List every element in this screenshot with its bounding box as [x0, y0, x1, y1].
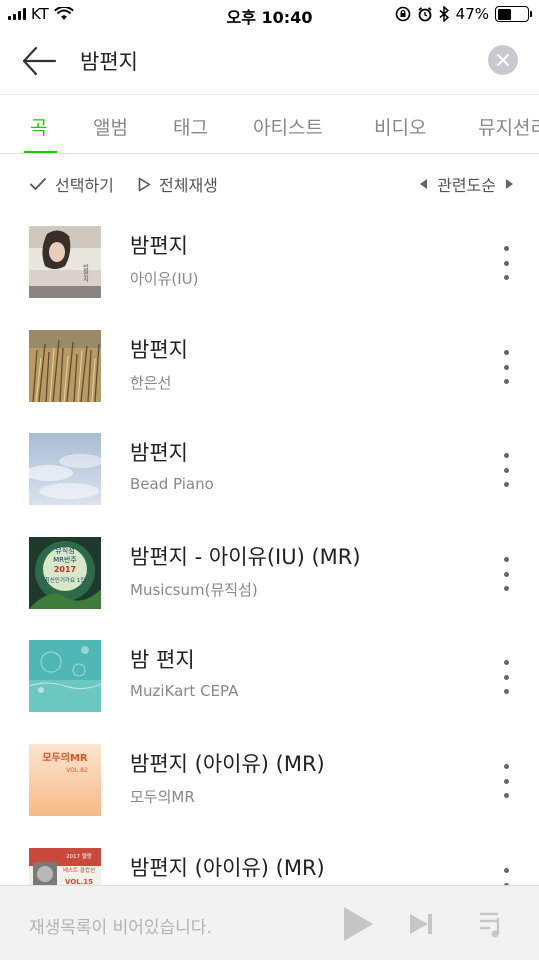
song-row[interactable]: 밤편지 한은선 [0, 330, 539, 434]
album-art-sky [29, 433, 101, 505]
close-icon [497, 54, 509, 66]
album-cover[interactable] [29, 330, 101, 402]
battery-icon [495, 6, 532, 22]
skip-next-icon [410, 914, 432, 934]
album-art-text: 2017 멜랑 [66, 853, 92, 860]
alarm-icon [418, 7, 432, 22]
sort-prev-icon [420, 179, 428, 189]
more-options-button[interactable] [500, 557, 512, 591]
album-cover[interactable] [29, 640, 101, 712]
playlist-button[interactable] [478, 906, 514, 942]
song-row[interactable]: 밤 편지 MuziKart CEPA [0, 640, 539, 744]
tab-songs[interactable]: 곡 [30, 113, 47, 140]
search-input[interactable]: 밤편지 [80, 46, 138, 76]
album-art-text: 밤편지 [82, 263, 89, 283]
tab-tags[interactable]: 태그 [173, 113, 208, 140]
select-button[interactable]: 선택하기 [29, 172, 114, 196]
album-art-text: 최신인기가요 1집 [45, 576, 86, 584]
tab-artists[interactable]: 아티스트 [253, 113, 323, 140]
album-cover[interactable]: 뮤직섬 MR반주 2017 최신인기가요 1집 [29, 537, 101, 609]
album-cover[interactable] [29, 433, 101, 505]
sort-selector[interactable]: 관련도순 [420, 172, 513, 196]
playlist-icon [480, 912, 500, 938]
album-cover[interactable]: 밤편지 [29, 226, 101, 298]
bluetooth-icon [439, 6, 449, 22]
album-art-musicsum: 뮤직섬 MR반주 2017 최신인기가요 1집 [29, 537, 101, 609]
album-art-text: 모두의MR [42, 751, 88, 764]
active-tab-indicator [24, 151, 57, 153]
album-cover[interactable]: 모두의MR VOL.82 [29, 744, 101, 816]
album-art-text: MR반주 [53, 555, 77, 564]
search-header: 밤편지 [0, 30, 539, 94]
more-options-button[interactable] [500, 660, 512, 694]
battery-percent: 47% [455, 5, 489, 23]
list-action-bar: 선택하기 전체재생 관련도순 [0, 155, 539, 209]
play-all-button[interactable]: 전체재생 [138, 172, 218, 196]
tab-albums[interactable]: 앨범 [93, 113, 128, 140]
album-art-text: 뮤직섬 [55, 546, 74, 555]
battery-fill [497, 8, 512, 20]
playlist-status: 재생목록이 비어있습니다. [29, 918, 212, 938]
status-right: 47% [395, 5, 532, 23]
song-row[interactable]: 뮤직섬 MR반주 2017 최신인기가요 1집 밤편지 - 아이유(IU) (M… [0, 537, 539, 641]
more-options-button[interactable] [500, 246, 512, 280]
album-art-iu: 밤편지 [29, 226, 101, 298]
album-art-text: 2017 [54, 565, 76, 574]
play-outline-icon [138, 177, 151, 191]
song-artist[interactable]: Bead Piano [130, 475, 214, 493]
album-art-water [29, 640, 101, 712]
song-artist[interactable]: MuziKart CEPA [130, 682, 238, 700]
play-button[interactable] [340, 906, 376, 942]
check-icon [29, 177, 47, 191]
more-options-button[interactable] [500, 350, 512, 384]
song-artist[interactable]: 아이유(IU) [130, 268, 199, 289]
sort-label: 관련도순 [437, 176, 496, 195]
song-row[interactable]: 밤편지 Bead Piano [0, 433, 539, 537]
play-all-label: 전체재생 [159, 176, 218, 195]
rotation-lock-icon [395, 6, 410, 22]
song-title: 밤편지 [130, 234, 188, 258]
song-row[interactable]: 모두의MR VOL.82 밤편지 (아이유) (MR) 모두의MR [0, 744, 539, 848]
song-artist[interactable]: Musicsum(뮤직섬) [130, 579, 258, 600]
tab-musician-league[interactable]: 뮤지션리 [478, 113, 539, 140]
next-button[interactable] [408, 906, 444, 942]
clear-search-button[interactable] [488, 45, 518, 75]
play-icon [344, 907, 373, 941]
album-art-text: 베스트 클럽션 [63, 866, 95, 874]
back-button[interactable] [20, 44, 58, 78]
sort-next-icon [506, 179, 513, 189]
status-bar: KT 오후 10:40 47% [0, 0, 539, 30]
song-artist[interactable]: 모두의MR [130, 786, 195, 807]
song-title: 밤편지 [130, 338, 188, 362]
more-options-button[interactable] [500, 764, 512, 798]
tab-videos[interactable]: 비디오 [374, 113, 426, 140]
song-title: 밤편지 - 아이유(IU) (MR) [130, 545, 361, 569]
mini-player: 재생목록이 비어있습니다. [0, 885, 539, 960]
song-title: 밤 편지 [130, 648, 195, 672]
album-art-modu-mr: 모두의MR VOL.82 [29, 744, 101, 816]
song-title: 밤편지 [130, 441, 188, 465]
category-tabs: 곡 앨범 태그 아티스트 비디오 뮤지션리 [0, 94, 539, 154]
select-label: 선택하기 [55, 176, 114, 195]
song-artist[interactable]: 한은선 [130, 372, 171, 393]
more-options-button[interactable] [500, 453, 512, 487]
back-arrow-icon [22, 46, 57, 76]
song-row[interactable]: 밤편지 밤편지 아이유(IU) [0, 226, 539, 330]
song-title: 밤편지 (아이유) (MR) [130, 856, 325, 880]
album-art-text: VOL.82 [66, 767, 88, 774]
song-title: 밤편지 (아이유) (MR) [130, 752, 325, 776]
album-art-reeds [29, 330, 101, 402]
